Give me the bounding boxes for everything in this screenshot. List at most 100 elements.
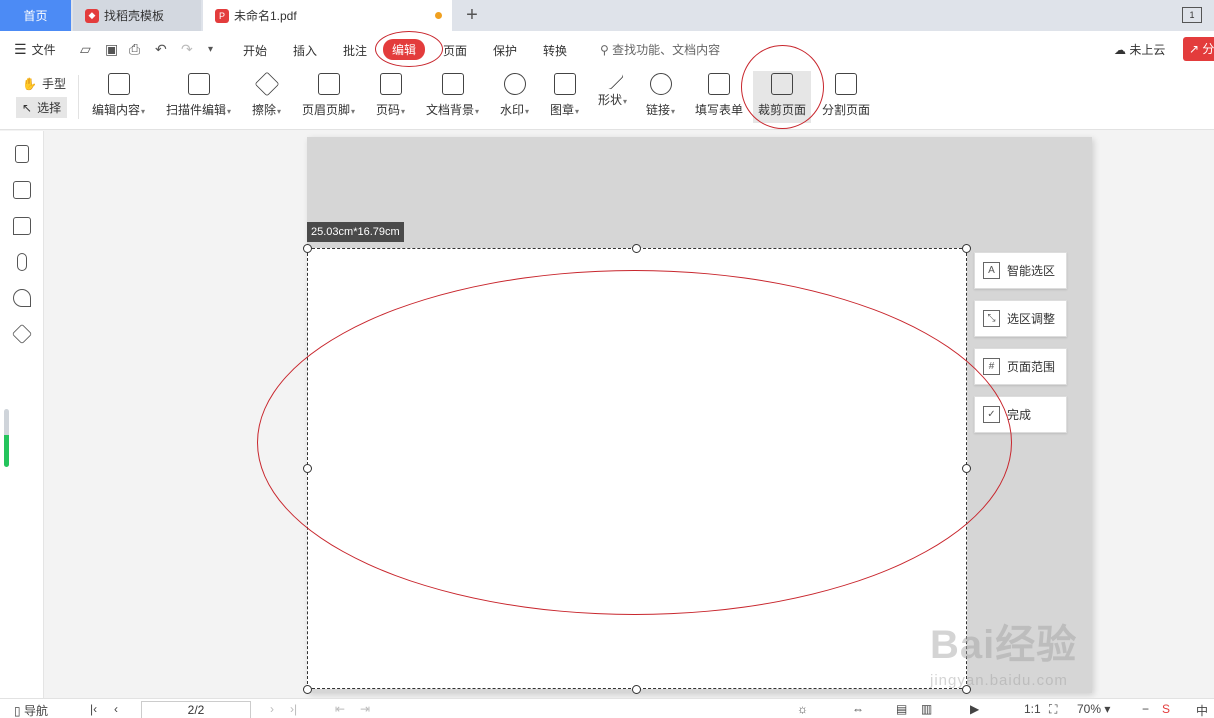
- link-label: 链接: [646, 103, 671, 117]
- header-footer-icon: [317, 73, 340, 95]
- page-range-button[interactable]: # 页面范围: [974, 348, 1067, 385]
- split-page-button[interactable]: 分割页面: [822, 71, 870, 123]
- tab-file[interactable]: P 未命名1.pdf: [203, 0, 452, 31]
- fill-form-button[interactable]: 填写表单: [695, 71, 743, 123]
- cloud-status-button[interactable]: ☁ 未上云: [1114, 41, 1165, 58]
- page-number-input[interactable]: 2/2: [141, 701, 251, 718]
- forward-icon[interactable]: ⇥: [360, 702, 370, 716]
- edit-content-label: 编辑内容: [92, 103, 141, 117]
- attachment-icon[interactable]: [17, 253, 27, 271]
- tab-protect[interactable]: 保护: [493, 42, 517, 59]
- stamp-button[interactable]: 图章▾: [550, 71, 579, 123]
- print-icon[interactable]: ⎙: [129, 41, 140, 58]
- highlight-circle-edit: [375, 31, 443, 67]
- erase-button[interactable]: 擦除▾: [252, 71, 281, 123]
- next-page-icon[interactable]: ›: [270, 702, 274, 716]
- tab-convert[interactable]: 转换: [543, 42, 567, 59]
- split-icon: [835, 73, 857, 95]
- play-icon[interactable]: ▶: [970, 702, 979, 716]
- fit-width-icon[interactable]: ⇔: [852, 702, 864, 716]
- link-icon: [649, 73, 672, 95]
- header-footer-button[interactable]: 页眉页脚▾: [302, 71, 355, 123]
- page-number-icon: [379, 73, 402, 95]
- zoom-out-icon[interactable]: −: [1142, 702, 1149, 716]
- add-tab-button[interactable]: +: [462, 4, 482, 27]
- fill-form-label: 填写表单: [695, 103, 744, 117]
- scan-edit-button[interactable]: 扫描件编辑▾: [166, 71, 231, 123]
- watermark-button[interactable]: 水印▾: [500, 71, 529, 123]
- crop-handle-top[interactable]: [632, 244, 641, 253]
- ribbon-divider: [78, 75, 79, 119]
- left-sidebar: [0, 131, 44, 698]
- hamburger-icon: ☰: [14, 41, 27, 57]
- actual-size-icon[interactable]: 1:1: [1024, 702, 1041, 716]
- doc-background-button[interactable]: 文档背景▾: [426, 71, 479, 123]
- link-button[interactable]: 链接▾: [646, 71, 675, 123]
- watermark-main: Bai经验: [930, 623, 1078, 667]
- ime-mode-label[interactable]: 中: [1196, 702, 1208, 718]
- select-tool-button[interactable]: ↖ 选择: [16, 97, 68, 118]
- select-tool-label: 选择: [37, 101, 62, 115]
- page-number-button[interactable]: 页码▾: [376, 71, 405, 123]
- crop-handle-top-right[interactable]: [962, 244, 971, 253]
- baidu-jingyan-watermark: Bai经验 jingyan.baidu.com: [930, 612, 1160, 692]
- search-input[interactable]: ⚲ 查找功能、文档内容: [600, 41, 720, 58]
- tab-home[interactable]: 首页: [0, 0, 71, 31]
- customize-chevron-icon[interactable]: ▾: [208, 44, 213, 55]
- redo-icon[interactable]: ↷: [181, 41, 193, 58]
- layers-icon[interactable]: [11, 323, 33, 345]
- single-page-icon[interactable]: ▤: [896, 702, 907, 716]
- form-icon: [708, 73, 730, 95]
- window-layout-icon[interactable]: 1: [1182, 7, 1202, 23]
- crop-handle-top-left[interactable]: [303, 244, 312, 253]
- tab-start[interactable]: 开始: [243, 42, 267, 59]
- edit-content-button[interactable]: 编辑内容▾: [92, 71, 145, 123]
- shape-button[interactable]: 形状▾: [598, 67, 627, 123]
- fit-page-icon[interactable]: ⛶: [1049, 702, 1057, 717]
- highlight-circle-crop: [741, 45, 824, 129]
- zoom-dropdown[interactable]: 70% ▾: [1077, 702, 1110, 716]
- scan-edit-icon: [187, 73, 210, 95]
- tab-home-label: 首页: [23, 9, 48, 23]
- page-range-icon: #: [983, 358, 1000, 375]
- file-menu-button[interactable]: ☰ 文件: [14, 41, 56, 58]
- tab-page[interactable]: 页面: [443, 42, 467, 59]
- eye-protect-icon[interactable]: ☼: [797, 702, 808, 716]
- erase-label: 擦除: [252, 103, 277, 117]
- dual-page-icon[interactable]: ▥: [921, 702, 932, 716]
- open-icon[interactable]: ▱: [80, 41, 91, 58]
- crop-handle-bottom-left[interactable]: [303, 685, 312, 694]
- crop-handle-bottom[interactable]: [632, 685, 641, 694]
- hand-tool-label: 手型: [41, 77, 66, 91]
- tab-template[interactable]: ◆ 找稻壳模板: [73, 0, 201, 31]
- tab-insert[interactable]: 插入: [293, 42, 317, 59]
- image-icon[interactable]: [13, 181, 31, 199]
- watermark-sub: jingyan.baidu.com: [930, 672, 1068, 689]
- smart-select-label: 智能选区: [1007, 264, 1056, 278]
- watermark-icon: [503, 73, 526, 95]
- share-button[interactable]: ↗ 分: [1183, 37, 1214, 61]
- scroll-indicator[interactable]: [4, 409, 9, 467]
- save-icon[interactable]: ▣: [105, 41, 118, 58]
- first-page-icon[interactable]: |‹: [90, 702, 97, 716]
- bookmark-icon[interactable]: [15, 145, 29, 163]
- ribbon-toolbar: ✋ 手型 ↖ 选择 编辑内容▾ 扫描件编辑▾ 擦除▾ 页眉页脚▾ 页码▾ 文档背…: [0, 45, 1214, 130]
- stamp-icon: [553, 73, 576, 95]
- highlight-ellipse-crop-area: [257, 270, 1012, 615]
- prev-page-icon[interactable]: ‹: [114, 702, 118, 716]
- watermark-label: 水印: [500, 103, 525, 117]
- edit-content-icon: [107, 73, 130, 95]
- ime-icon[interactable]: S: [1162, 702, 1170, 716]
- smart-select-button[interactable]: A 智能选区: [974, 252, 1067, 289]
- comment-icon[interactable]: [13, 217, 31, 235]
- undo-icon[interactable]: ↶: [155, 41, 167, 58]
- page-number-label: 页码: [376, 103, 401, 117]
- nav-toggle-button[interactable]: ▯ 导航: [14, 702, 48, 718]
- adjust-selection-button[interactable]: ⤡ 选区调整: [974, 300, 1067, 337]
- last-page-icon[interactable]: ›|: [290, 702, 297, 716]
- eraser-icon: [254, 71, 279, 97]
- hand-tool-button[interactable]: ✋ 手型: [16, 73, 72, 94]
- back-icon[interactable]: ⇤: [335, 702, 345, 716]
- tab-annotate[interactable]: 批注: [343, 42, 367, 59]
- signature-icon[interactable]: [13, 289, 31, 307]
